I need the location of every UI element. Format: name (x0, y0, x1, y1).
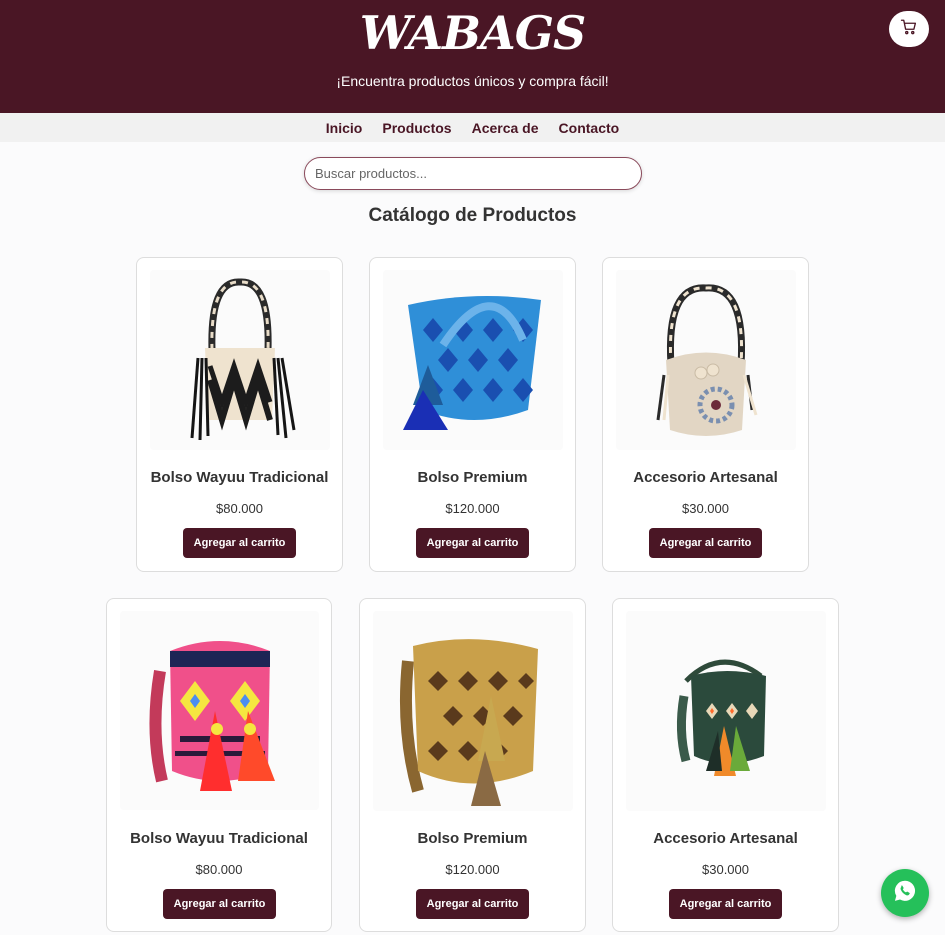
product-name[interactable]: Bolso Wayuu Tradicional (107, 830, 331, 847)
cart-icon (900, 18, 918, 41)
product-card: Accesorio Artesanal $30.000 Agregar al c… (602, 257, 809, 572)
nav-link-acerca-de[interactable]: Acerca de (472, 120, 539, 136)
product-price: $80.000 (216, 501, 263, 516)
site-header: WABAGS ¡Encuentra productos únicos y com… (0, 0, 945, 113)
product-name[interactable]: Bolso Premium (370, 469, 575, 486)
product-price: $120.000 (445, 501, 500, 516)
product-image (150, 270, 330, 450)
catalog-title: Catálogo de Productos (368, 205, 577, 226)
search-input[interactable] (304, 157, 642, 190)
add-to-cart-button[interactable]: Agregar al carrito (669, 889, 782, 919)
add-to-cart-button[interactable]: Agregar al carrito (183, 528, 296, 558)
add-to-cart-button[interactable]: Agregar al carrito (163, 889, 276, 919)
product-card: Bolso Wayuu Tradicional $80.000 Agregar … (136, 257, 343, 572)
nav-link-productos[interactable]: Productos (382, 120, 451, 136)
cart-button[interactable] (889, 11, 929, 47)
site-logo[interactable]: WABAGS (0, 6, 945, 60)
whatsapp-icon (892, 878, 918, 909)
site-tagline: ¡Encuentra productos únicos y compra fác… (336, 73, 609, 89)
add-to-cart-button[interactable]: Agregar al carrito (416, 889, 529, 919)
product-price: $120.000 (445, 862, 500, 877)
product-price: $30.000 (682, 501, 729, 516)
product-image (120, 611, 319, 810)
product-image (383, 270, 563, 450)
product-price: $80.000 (195, 862, 243, 877)
product-name[interactable]: Bolso Premium (360, 830, 585, 847)
product-image (626, 611, 826, 811)
product-card: Accesorio Artesanal $30.000 Agregar al c… (612, 598, 839, 932)
product-card: Bolso Wayuu Tradicional $80.000 Agregar … (106, 598, 332, 932)
product-image (616, 270, 796, 450)
whatsapp-button[interactable] (881, 869, 929, 917)
product-card: Bolso Premium $120.000 Agregar al carrit… (359, 598, 586, 932)
product-name[interactable]: Accesorio Artesanal (613, 830, 838, 847)
add-to-cart-button[interactable]: Agregar al carrito (416, 528, 529, 558)
nav-link-contacto[interactable]: Contacto (559, 120, 620, 136)
product-price: $30.000 (702, 862, 749, 877)
nav-link-inicio[interactable]: Inicio (326, 120, 363, 136)
main-nav: Inicio Productos Acerca de Contacto (0, 113, 945, 142)
product-name[interactable]: Bolso Wayuu Tradicional (137, 469, 342, 486)
product-image (373, 611, 573, 811)
product-name[interactable]: Accesorio Artesanal (603, 469, 808, 486)
product-card: Bolso Premium $120.000 Agregar al carrit… (369, 257, 576, 572)
add-to-cart-button[interactable]: Agregar al carrito (649, 528, 762, 558)
